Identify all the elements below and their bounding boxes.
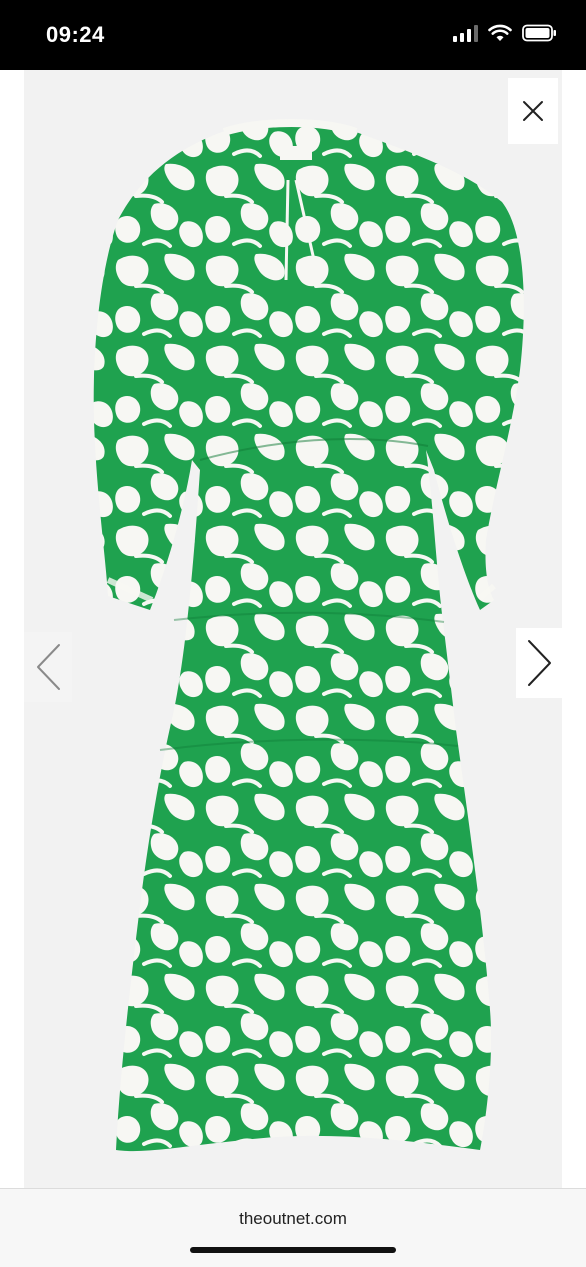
close-icon	[523, 101, 543, 121]
next-image-button[interactable]	[516, 628, 564, 698]
close-button[interactable]	[508, 78, 558, 144]
chevron-right-icon	[528, 640, 551, 686]
status-icons	[453, 24, 558, 42]
browser-url-bar[interactable]: theoutnet.com	[0, 1188, 586, 1267]
image-viewer	[0, 70, 586, 1188]
status-time: 09:24	[46, 22, 105, 47]
status-bar: 09:24	[0, 0, 586, 70]
chevron-left-icon	[37, 644, 60, 690]
wifi-icon	[488, 24, 512, 41]
url-text[interactable]: theoutnet.com	[0, 1209, 586, 1229]
previous-image-button[interactable]	[24, 632, 72, 702]
product-image	[93, 119, 524, 1152]
home-indicator[interactable]	[190, 1247, 396, 1253]
cellular-signal-icon	[453, 24, 478, 42]
battery-icon	[522, 24, 556, 42]
